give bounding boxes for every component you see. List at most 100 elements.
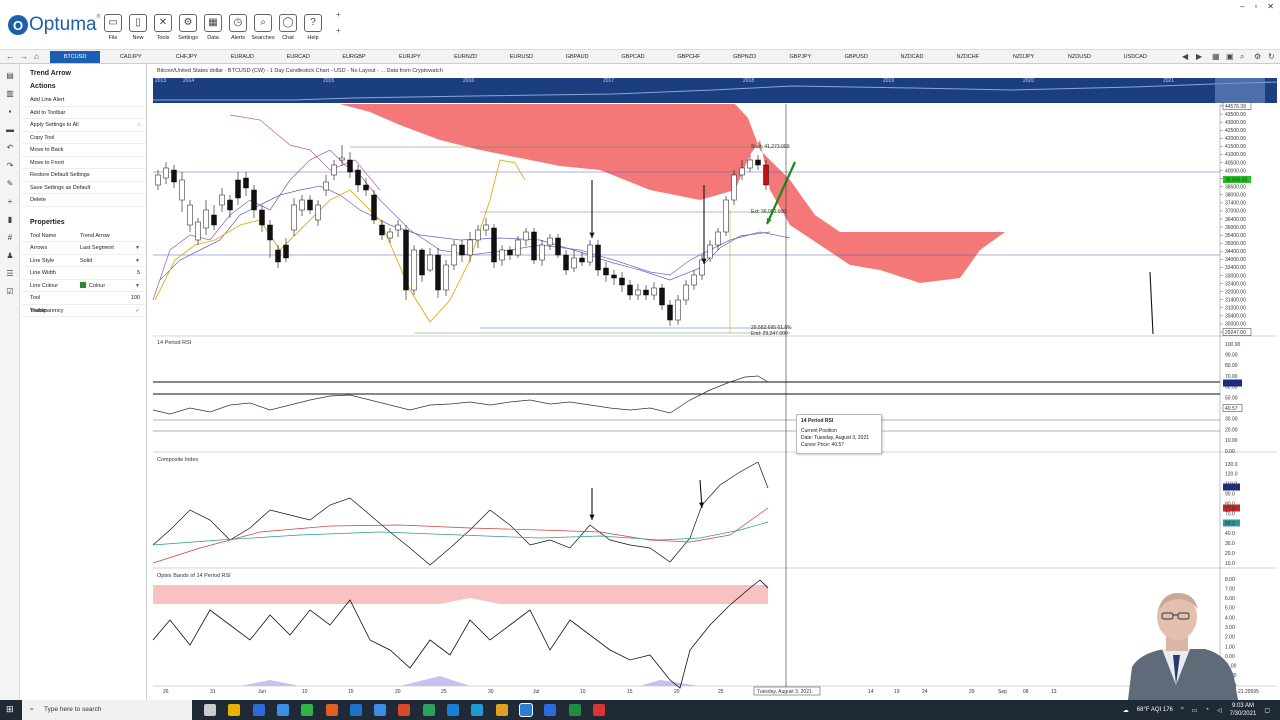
volume-icon[interactable]: ◁ <box>1217 707 1222 714</box>
telegram-icon[interactable] <box>447 704 459 716</box>
candle-body <box>379 224 385 236</box>
file-explorer-icon[interactable] <box>228 704 241 716</box>
tooltip-line: Current Position <box>801 428 837 434</box>
price-axis-label: 30000.00 <box>1225 322 1246 328</box>
candle-body <box>419 249 425 276</box>
network-icon[interactable]: ◔ <box>1205 707 1209 713</box>
chevron-up-icon[interactable]: ^ <box>1181 707 1184 713</box>
price-axis-label: 40000.00 <box>1225 168 1246 174</box>
folder-icon[interactable] <box>495 704 508 716</box>
clock[interactable]: 9:03 AM 7/30/2021 <box>1230 702 1257 718</box>
whatsapp-icon[interactable] <box>422 704 435 716</box>
notification-icon[interactable]: ▢ <box>1264 707 1270 714</box>
firefox-icon[interactable] <box>374 704 387 716</box>
tooltip-line: Date: Tuesday, August 3, 2021 <box>801 435 870 441</box>
price-axis-label: 40500.00 <box>1225 160 1246 166</box>
candle-body <box>635 289 641 296</box>
fib-start-label: Start: 41,273.000 <box>751 144 790 150</box>
battery-icon[interactable]: ▭ <box>1192 707 1198 714</box>
price-axis-label: 34000.00 <box>1225 257 1246 263</box>
price-axis-label: 32000.00 <box>1225 289 1246 295</box>
price-axis-label: 42000.00 <box>1225 136 1246 142</box>
price-axis-label: 30400.00 <box>1225 314 1246 320</box>
fib-ext-label: Ext: 36,000.000 <box>751 209 786 215</box>
date-axis-label: 08 <box>1023 689 1029 695</box>
optuma-icon[interactable] <box>518 703 533 717</box>
composite-axis-label: 120.0 <box>1225 472 1238 478</box>
price-axis-label: 36400.00 <box>1225 217 1246 223</box>
candle-body <box>659 287 665 306</box>
windows-taskbar: ⊞ ⌕ Type here to search ☁ 68°F AQI 176 ^… <box>0 700 1280 720</box>
candle-body <box>475 229 481 241</box>
candle-body <box>683 284 689 301</box>
candle-body <box>667 304 673 321</box>
task-view-icon[interactable] <box>204 704 216 716</box>
sheets-icon[interactable] <box>568 704 581 716</box>
mail-icon[interactable] <box>276 704 289 716</box>
date-axis-label: 10 <box>580 689 586 695</box>
composite-badge-label: 102.3 <box>1225 485 1238 491</box>
optex-panel-title: Optex Bands of 14 Period RSI <box>157 573 231 579</box>
rsi-axis-label: 10.00 <box>1225 438 1238 444</box>
candle-body <box>267 224 273 241</box>
date-axis-label: 26 <box>163 689 169 695</box>
candle-body <box>275 249 281 263</box>
composite-axis-label: 70.0 <box>1225 511 1235 517</box>
app-icon[interactable] <box>592 704 605 716</box>
rsi-cursor-label: 40.57 <box>1225 406 1238 412</box>
composite-axis-label: 30.0 <box>1225 541 1235 547</box>
composite-axis-label: 20.0 <box>1225 551 1235 557</box>
price-axis-label: 37400.00 <box>1225 201 1246 207</box>
candle-body <box>491 227 497 263</box>
word-icon[interactable] <box>544 704 557 716</box>
chart-canvas[interactable]: 44576.39 43500.00 43000.00 42500.00 42000.00… <box>0 0 1280 700</box>
weather-text[interactable]: 68°F AQI 176 <box>1137 707 1173 713</box>
candle-body <box>563 254 569 271</box>
candle-body <box>251 189 257 211</box>
candle-body <box>707 244 713 259</box>
candle-body <box>595 244 601 271</box>
candle-body <box>179 179 185 201</box>
system-tray: ☁ 68°F AQI 176 ^ ▭ ◔ ◁ 9:03 AM 7/30/2021… <box>1123 700 1270 720</box>
price-axis-label: 32400.00 <box>1225 281 1246 287</box>
composite-arrow-head <box>699 502 705 508</box>
price-axis-label: 41000.00 <box>1225 152 1246 158</box>
price-axis-label: 41500.00 <box>1225 144 1246 150</box>
candle-body <box>243 177 249 189</box>
candle-body <box>571 257 577 269</box>
candle-body <box>235 179 241 199</box>
candle-body <box>195 221 201 241</box>
edge-icon[interactable] <box>349 704 362 716</box>
excel-icon[interactable] <box>301 704 314 716</box>
weather-icon[interactable]: ☁ <box>1123 707 1129 714</box>
candle-body <box>155 174 161 186</box>
composite-axis-label: 10.0 <box>1225 561 1235 567</box>
taskbar-search-box[interactable]: ⌕ Type here to search <box>22 700 192 720</box>
brave-icon[interactable] <box>325 704 338 716</box>
chrome-icon[interactable] <box>398 704 411 716</box>
windows-start-icon[interactable]: ⊞ <box>6 704 14 715</box>
candle-body <box>579 257 585 263</box>
composite-arrow-head <box>589 514 595 520</box>
candle-body <box>619 277 625 286</box>
composite-badge-label: 58.3 <box>1225 521 1235 527</box>
date-axis-label: 15 <box>348 689 354 695</box>
candle-body <box>347 159 353 173</box>
steam-icon[interactable] <box>471 704 484 716</box>
candle-body <box>171 169 177 183</box>
date-axis-label: 30 <box>488 689 494 695</box>
search-icon: ⌕ <box>30 706 34 713</box>
candle-body <box>443 264 449 291</box>
candle-body <box>331 164 337 176</box>
date-axis-label: 19 <box>894 689 900 695</box>
composite-axis-label: 90.0 <box>1225 492 1235 498</box>
price-axis-label: 35400.00 <box>1225 233 1246 239</box>
store-icon[interactable] <box>252 704 265 716</box>
price-axis-label: 38000.00 <box>1225 193 1246 199</box>
candle-body <box>227 199 233 211</box>
current-price-label: 38,800.00 <box>1225 178 1247 184</box>
candle-body <box>643 289 649 296</box>
candle-body <box>499 249 505 261</box>
candle-body <box>395 224 401 231</box>
tooltip-title: 14 Period RSI <box>801 418 834 424</box>
